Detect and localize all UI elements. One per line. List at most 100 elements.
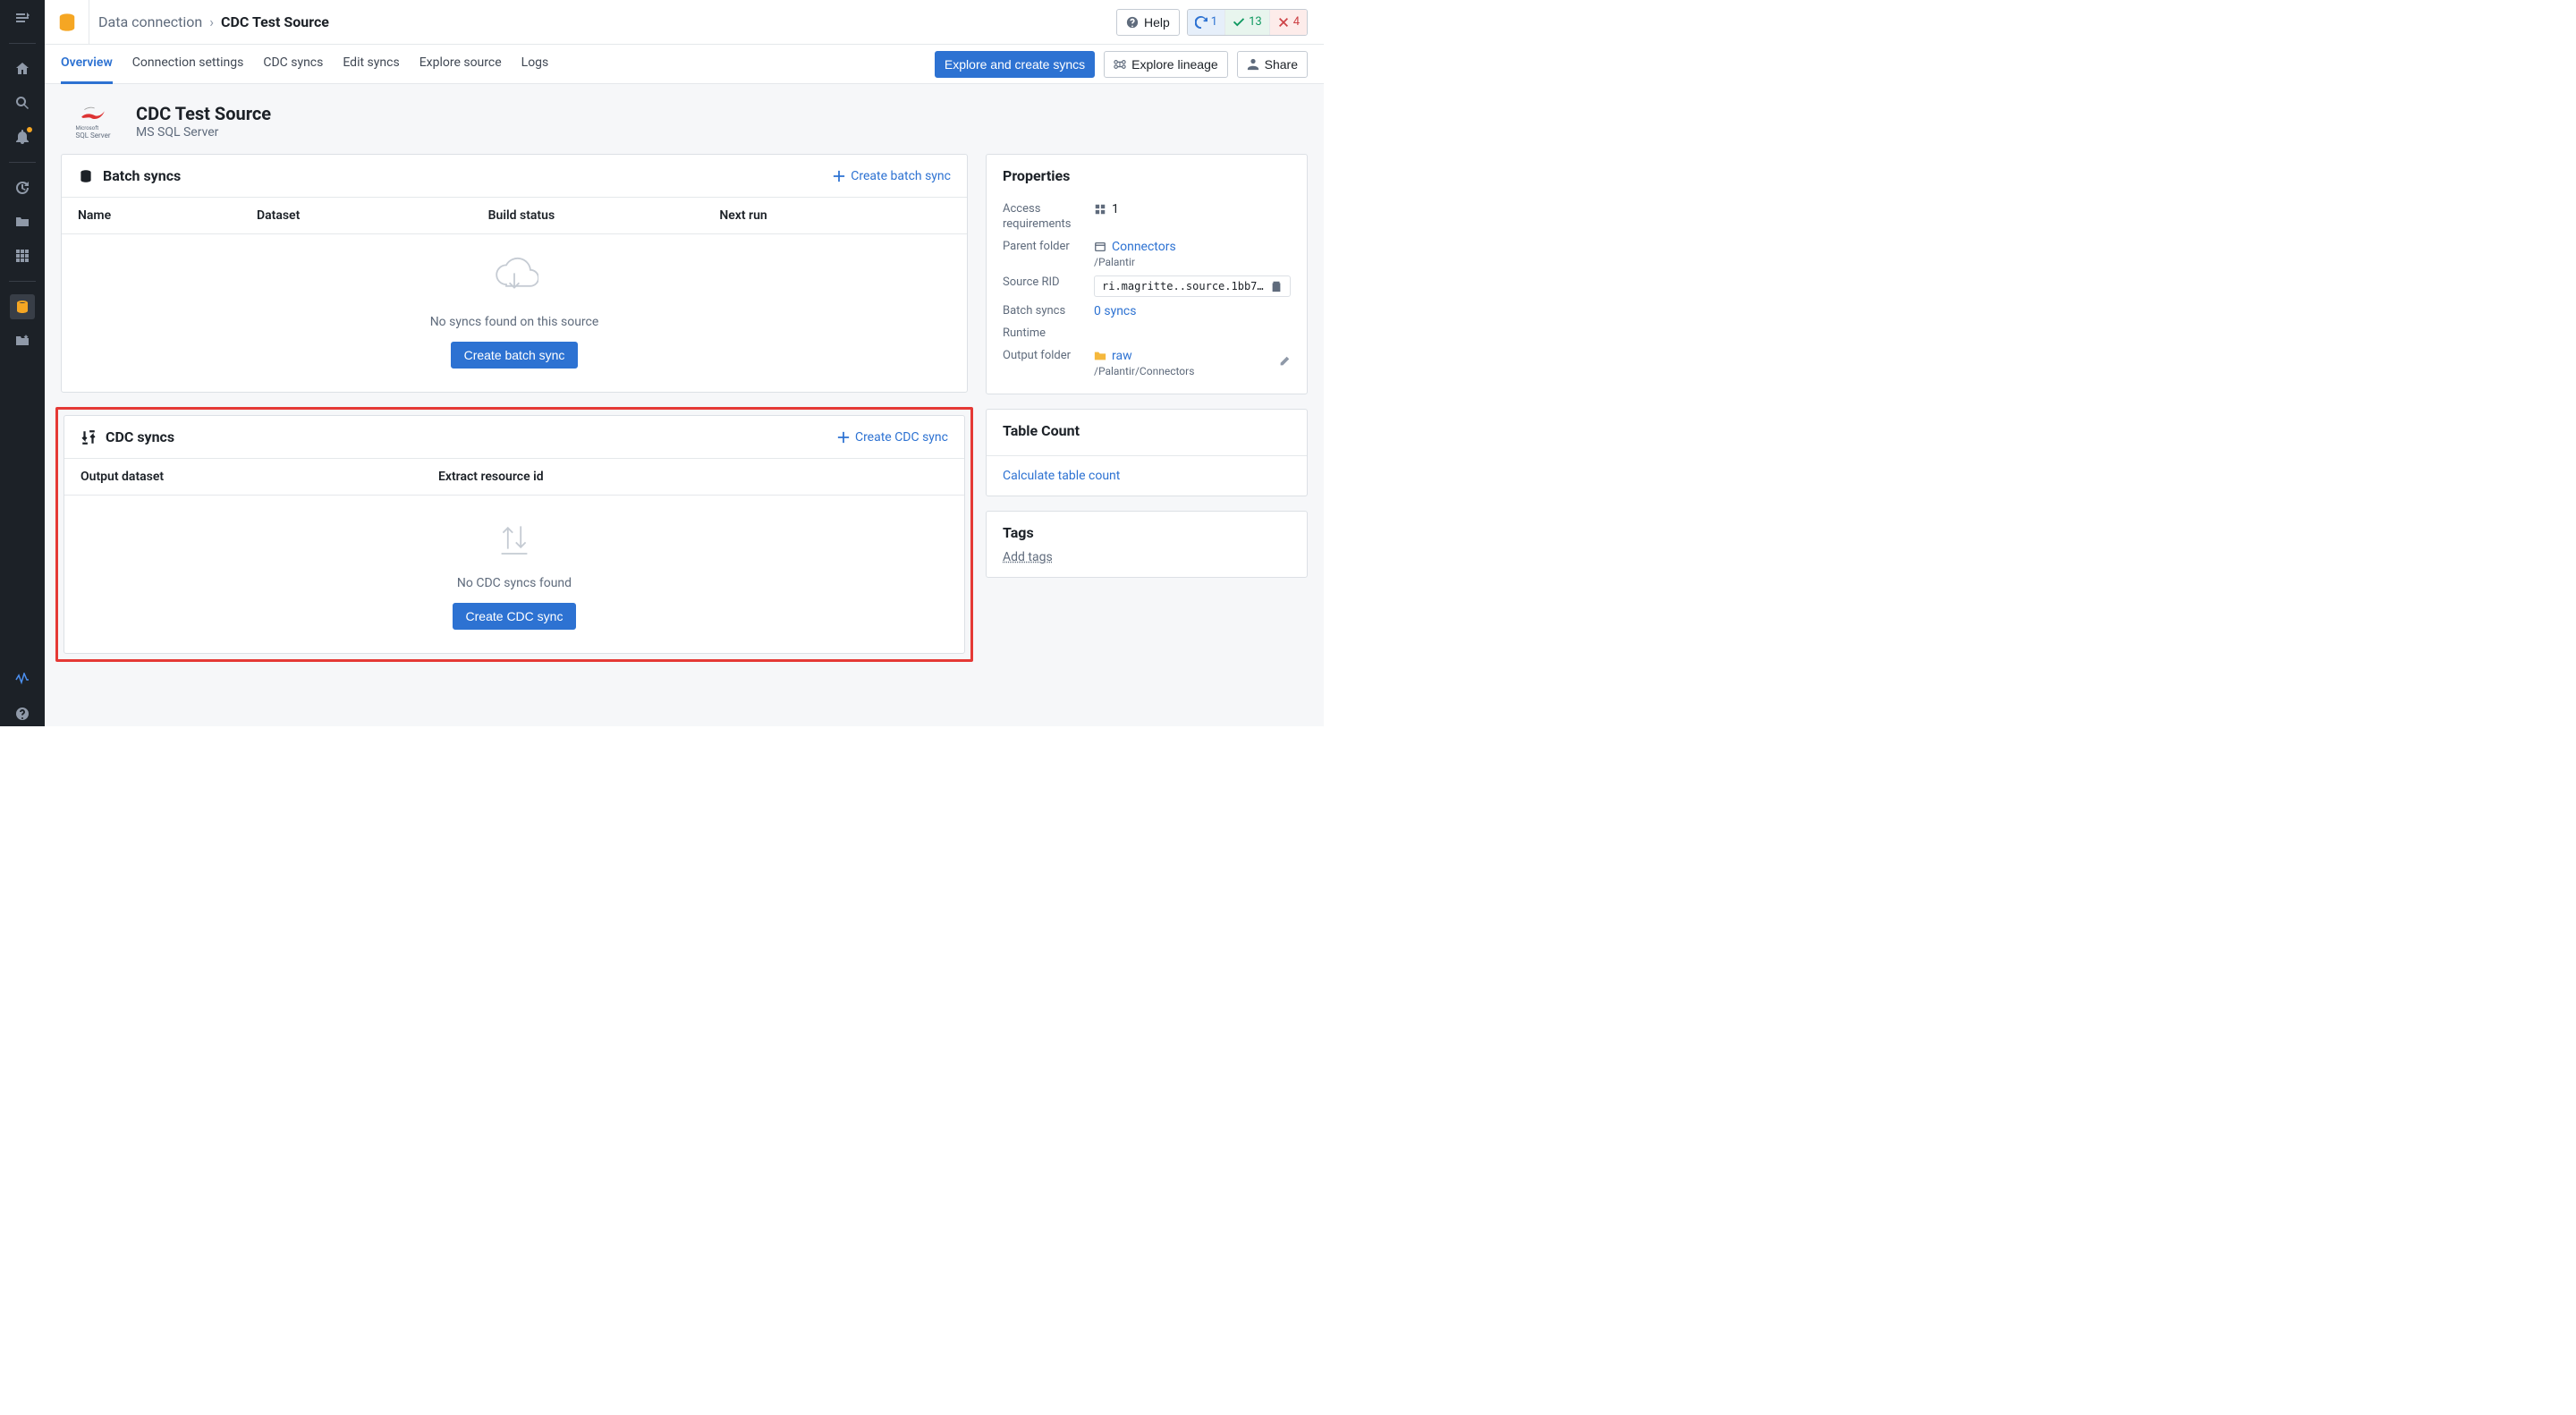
cdc-table-header: Output dataset Extract resource id — [64, 458, 964, 496]
tags-title: Tags — [1003, 524, 1291, 541]
properties-panel: Properties Access requirements 1 Pare — [986, 154, 1308, 394]
access-req-label: Access requirements — [1003, 202, 1094, 233]
runtime-label: Runtime — [1003, 326, 1094, 342]
search-icon[interactable] — [10, 90, 35, 115]
folder-star-icon[interactable] — [10, 328, 35, 353]
chevron-right-icon: › — [209, 13, 214, 30]
org-icon — [1094, 203, 1106, 216]
batch-empty-state: No syncs found on this source Create bat… — [62, 234, 967, 392]
divider — [9, 162, 36, 163]
topbar: Data connection › CDC Test Source Help 1 — [45, 0, 1324, 45]
cdc-panel-title: CDC syncs — [106, 428, 174, 445]
cdc-syncs-panel: CDC syncs Create CDC sync Output dataset… — [64, 415, 965, 654]
data-connection-icon[interactable] — [10, 294, 35, 319]
source-rid-box: ri.magritte..source.1bb71904 — [1094, 275, 1291, 297]
refresh-icon — [1195, 16, 1208, 29]
source-subtitle: MS SQL Server — [136, 125, 271, 140]
create-batch-sync-link[interactable]: Create batch sync — [833, 169, 951, 183]
lineage-icon — [1114, 58, 1126, 71]
home-icon[interactable] — [10, 56, 35, 81]
app-sidebar — [0, 0, 45, 726]
help-icon[interactable] — [10, 701, 35, 726]
source-rid-value: ri.magritte..source.1bb71904 — [1102, 280, 1265, 292]
col-name: Name — [78, 208, 257, 223]
batch-panel-title: Batch syncs — [103, 167, 181, 184]
status-chips: 1 13 4 — [1187, 9, 1308, 36]
status-refresh[interactable]: 1 — [1188, 10, 1224, 35]
folder-icon[interactable] — [10, 209, 35, 234]
breadcrumb-current: CDC Test Source — [221, 13, 329, 30]
tab-edit-syncs[interactable]: Edit syncs — [343, 45, 399, 84]
cdc-highlight: CDC syncs Create CDC sync Output dataset… — [55, 407, 973, 662]
history-icon[interactable] — [10, 175, 35, 200]
col-build-status: Build status — [488, 208, 720, 223]
create-cdc-label: Create CDC sync — [855, 430, 948, 445]
lineage-label: Explore lineage — [1131, 57, 1218, 72]
plus-icon — [837, 431, 850, 444]
batch-syncs-panel: Batch syncs Create batch sync Name Datas… — [61, 154, 968, 393]
table-count-title: Table Count — [1003, 422, 1291, 439]
col-dataset: Dataset — [257, 208, 488, 223]
help-circle-icon — [1126, 16, 1139, 29]
monitor-icon[interactable] — [10, 667, 35, 692]
status-refresh-count: 1 — [1211, 15, 1217, 29]
status-error[interactable]: 4 — [1269, 10, 1307, 35]
sql-server-logo: MicrosoftSQL Server — [64, 100, 122, 141]
add-tags-link[interactable]: Add tags — [1003, 550, 1053, 564]
notifications-icon[interactable] — [10, 124, 35, 149]
edit-output-icon[interactable] — [1278, 355, 1291, 371]
logo-label: MicrosoftSQL Server — [75, 123, 110, 140]
up-down-arrows-icon — [490, 515, 538, 563]
tab-overview[interactable]: Overview — [61, 45, 113, 84]
help-button[interactable]: Help — [1116, 9, 1180, 36]
folder-icon — [1094, 350, 1106, 362]
parent-folder-link[interactable]: Connectors — [1112, 240, 1176, 254]
page-title: CDC Test Source — [136, 103, 271, 124]
batch-icon — [78, 168, 94, 184]
output-folder-label: Output folder — [1003, 349, 1094, 364]
status-ok[interactable]: 13 — [1224, 10, 1269, 35]
share-button[interactable]: Share — [1237, 51, 1308, 78]
source-rid-label: Source RID — [1003, 275, 1094, 291]
check-icon — [1233, 16, 1245, 29]
batch-table-header: Name Dataset Build status Next run — [62, 197, 967, 234]
tab-cdc-syncs[interactable]: CDC syncs — [263, 45, 323, 84]
tags-panel: Tags Add tags — [986, 511, 1308, 578]
clipboard-icon[interactable] — [1270, 280, 1283, 292]
plus-icon — [833, 170, 845, 182]
content-area: MicrosoftSQL Server CDC Test Source MS S… — [45, 84, 1324, 726]
divider — [9, 43, 36, 44]
tab-logs[interactable]: Logs — [521, 45, 549, 84]
apps-icon[interactable] — [10, 243, 35, 268]
help-label: Help — [1144, 15, 1170, 30]
access-req-val: 1 — [1112, 202, 1119, 216]
create-batch-sync-button[interactable]: Create batch sync — [451, 342, 579, 369]
batch-syncs-label: Batch syncs — [1003, 304, 1094, 319]
calculate-table-count-link[interactable]: Calculate table count — [1003, 469, 1120, 483]
breadcrumb: Data connection › CDC Test Source — [98, 13, 329, 30]
col-extract-id: Extract resource id — [438, 470, 948, 484]
menu-toggle-icon[interactable] — [10, 5, 35, 30]
cdc-empty-state: No CDC syncs found Create CDC sync — [64, 496, 964, 653]
explore-lineage-button[interactable]: Explore lineage — [1104, 51, 1228, 78]
share-label: Share — [1265, 57, 1298, 72]
people-icon — [1247, 58, 1259, 71]
box-icon — [1094, 241, 1106, 253]
tab-connection-settings[interactable]: Connection settings — [132, 45, 244, 84]
status-ok-count: 13 — [1249, 15, 1262, 29]
properties-title: Properties — [1003, 167, 1291, 184]
breadcrumb-root[interactable]: Data connection — [98, 13, 202, 30]
parent-folder-label: Parent folder — [1003, 240, 1094, 255]
explore-create-syncs-button[interactable]: Explore and create syncs — [935, 51, 1095, 78]
create-cdc-sync-link[interactable]: Create CDC sync — [837, 430, 948, 445]
source-header: MicrosoftSQL Server CDC Test Source MS S… — [61, 95, 1308, 154]
tab-explore-source[interactable]: Explore source — [419, 45, 502, 84]
batch-syncs-link[interactable]: 0 syncs — [1094, 304, 1136, 318]
table-count-panel: Table Count Calculate table count — [986, 409, 1308, 496]
batch-empty-msg: No syncs found on this source — [430, 315, 599, 329]
output-folder-link[interactable]: raw — [1112, 349, 1132, 363]
parent-folder-path: /Palantir — [1094, 256, 1135, 268]
create-cdc-sync-button[interactable]: Create CDC sync — [453, 603, 577, 630]
divider — [9, 281, 36, 282]
status-err-count: 4 — [1293, 15, 1300, 29]
